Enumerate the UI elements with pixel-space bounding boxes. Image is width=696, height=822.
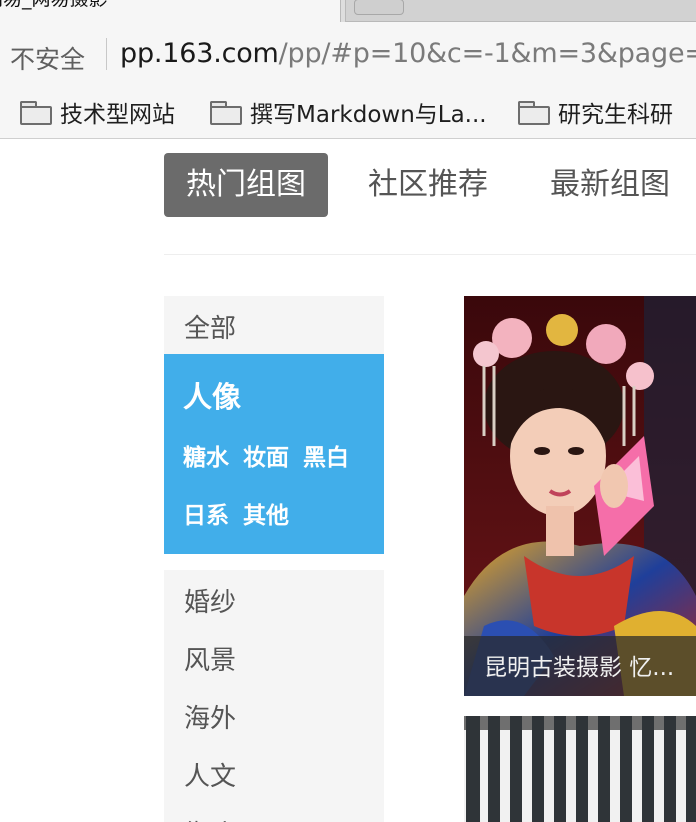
bookmarks-bar: 技术型网站 撰写Markdown与La... 研究生科研 bbox=[0, 84, 696, 139]
category-landscape[interactable]: 风景 bbox=[184, 640, 236, 677]
category-label: 全部 bbox=[184, 314, 237, 344]
category-portrait: 人像 糖水 妆面 黑白 日系 其他 bbox=[164, 354, 384, 554]
url-path: /pp/#p=10&c=-1&m=3&page=1 bbox=[278, 38, 696, 69]
photo-card[interactable]: 昆明古装摄影 忆... bbox=[464, 296, 696, 696]
subcategory-candy[interactable]: 糖水 bbox=[183, 438, 229, 472]
browser-tab-active[interactable]: 网易_网易摄影 bbox=[0, 0, 341, 22]
category-wedding[interactable]: 婚纱 bbox=[184, 582, 236, 619]
folder-icon bbox=[518, 101, 550, 125]
tab-community-picks[interactable]: 社区推荐 bbox=[368, 153, 488, 217]
category-all[interactable]: 全部 bbox=[164, 296, 384, 354]
category-portrait-label[interactable]: 人像 bbox=[183, 374, 241, 416]
category-humanities[interactable]: 人文 bbox=[184, 756, 236, 793]
tab-hot-albums[interactable]: 热门组图 bbox=[164, 153, 328, 217]
bookmark-label: 研究生科研 bbox=[558, 102, 673, 128]
browser-tab-title: 网易_网易摄影 bbox=[0, 0, 108, 11]
new-tab-icon bbox=[354, 0, 404, 15]
tab-latest-albums[interactable]: 最新组图 bbox=[550, 153, 670, 217]
category-list: 婚纱 风景 海外 人文 街头 bbox=[164, 570, 384, 822]
address-bar[interactable]: 不安全 pp.163.com/pp/#p=10&c=-1&m=3&page=1 bbox=[0, 22, 696, 84]
security-indicator[interactable]: 不安全 bbox=[10, 40, 85, 76]
photo-card-2[interactable] bbox=[464, 716, 696, 822]
subcategory-bw[interactable]: 黑白 bbox=[303, 438, 349, 472]
bookmark-label: 技术型网站 bbox=[60, 102, 175, 128]
folder-icon bbox=[210, 101, 242, 125]
subcategory-makeup[interactable]: 妆面 bbox=[243, 438, 289, 472]
folder-icon bbox=[20, 101, 52, 125]
nav-divider bbox=[164, 254, 696, 255]
photo-caption[interactable]: 昆明古装摄影 忆... bbox=[484, 648, 674, 682]
stripes-photo bbox=[464, 716, 696, 822]
subcategory-japanese[interactable]: 日系 bbox=[183, 496, 229, 530]
bookmark-label: 撰写Markdown与La... bbox=[250, 102, 487, 128]
browser-tab-strip: 网易_网易摄影 bbox=[0, 0, 696, 22]
url-field[interactable]: pp.163.com/pp/#p=10&c=-1&m=3&page=1 bbox=[120, 38, 696, 69]
subcategory-other[interactable]: 其他 bbox=[243, 496, 289, 530]
address-divider bbox=[106, 38, 107, 70]
category-overseas[interactable]: 海外 bbox=[184, 698, 236, 735]
browser-tab-new[interactable] bbox=[345, 0, 696, 22]
category-street[interactable]: 街头 bbox=[184, 814, 236, 822]
url-host: pp.163.com bbox=[120, 38, 279, 69]
